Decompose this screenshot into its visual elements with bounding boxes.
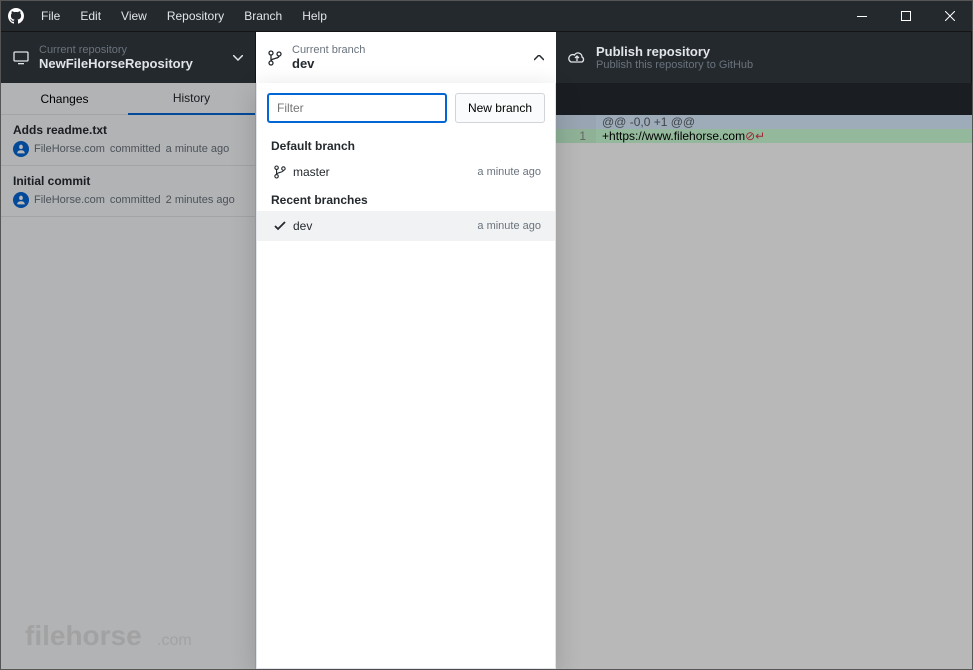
app-logo [1, 8, 31, 24]
branch-item-dev[interactable]: dev a minute ago [257, 211, 555, 241]
branch-time: a minute ago [477, 220, 541, 232]
watermark: filehorse .com [25, 619, 215, 653]
repo-value: NewFileHorseRepository [39, 56, 193, 71]
commit-title: Adds readme.txt [13, 123, 243, 137]
tab-history[interactable]: History [128, 83, 255, 115]
avatar [13, 192, 29, 208]
publish-title: Publish repository [596, 44, 753, 59]
branch-name: master [293, 165, 330, 179]
maximize-button[interactable] [884, 1, 928, 31]
minimize-button[interactable] [840, 1, 884, 31]
branch-icon [268, 50, 282, 66]
commit-list[interactable]: Adds readme.txt FileHorse.com committed … [1, 115, 255, 669]
repo-label: Current repository [39, 44, 193, 56]
chevron-down-icon [233, 55, 243, 61]
menu-repository[interactable]: Repository [157, 1, 234, 31]
repo-selector[interactable]: Current repository NewFileHorseRepositor… [1, 32, 256, 83]
menu-file[interactable]: File [31, 1, 70, 31]
svg-text:.com: .com [157, 632, 192, 649]
commit-item[interactable]: Initial commit FileHorse.com committed 2… [1, 166, 255, 217]
branch-name: dev [293, 219, 312, 233]
publish-button[interactable]: Publish repository Publish this reposito… [556, 32, 972, 83]
commit-title: Initial commit [13, 174, 243, 188]
chevron-up-icon [534, 55, 544, 61]
menu-help[interactable]: Help [292, 1, 337, 31]
branch-dropdown: New branch Default branch master a minut… [256, 83, 556, 669]
branch-time: a minute ago [477, 166, 541, 178]
default-branch-header: Default branch [257, 133, 555, 157]
line-number: 1 [556, 129, 596, 143]
branch-filter-input[interactable] [267, 93, 447, 123]
branch-selector[interactable]: Current branch dev [256, 32, 556, 83]
publish-subtitle: Publish this repository to GitHub [596, 59, 753, 71]
window-controls [840, 1, 972, 31]
menu-branch[interactable]: Branch [234, 1, 292, 31]
titlebar: File Edit View Repository Branch Help [1, 1, 972, 31]
branch-label: Current branch [292, 44, 365, 56]
gutter [556, 115, 596, 129]
eol-icon: ⊘↵ [745, 129, 765, 143]
tabs: Changes History [1, 83, 255, 115]
tab-changes[interactable]: Changes [1, 83, 128, 115]
svg-text:filehorse: filehorse [25, 620, 142, 651]
branch-item-master[interactable]: master a minute ago [257, 157, 555, 187]
monitor-icon [13, 50, 29, 66]
commit-meta: FileHorse.com committed a minute ago [13, 141, 243, 157]
cloud-upload-icon [568, 51, 586, 65]
check-icon [271, 221, 289, 231]
branch-icon [271, 165, 289, 179]
avatar [13, 141, 29, 157]
diff-line-added: 1 +https://www.filehorse.com⊘↵ [556, 129, 972, 143]
menu-edit[interactable]: Edit [70, 1, 111, 31]
left-pane: Changes History Adds readme.txt FileHors… [1, 83, 256, 669]
diff-hunk-header: @@ -0,0 +1 @@ [556, 115, 972, 129]
commit-item[interactable]: Adds readme.txt FileHorse.com committed … [1, 115, 255, 166]
menu-bar: File Edit View Repository Branch Help [31, 1, 337, 31]
toolbar: Current repository NewFileHorseRepositor… [1, 31, 972, 83]
menu-view[interactable]: View [111, 1, 157, 31]
diff-content: @@ -0,0 +1 @@ 1 +https://www.filehorse.c… [556, 115, 972, 143]
new-branch-button[interactable]: New branch [455, 93, 545, 123]
close-button[interactable] [928, 1, 972, 31]
branch-value: dev [292, 56, 365, 71]
commit-meta: FileHorse.com committed 2 minutes ago [13, 192, 243, 208]
recent-branches-header: Recent branches [257, 187, 555, 211]
